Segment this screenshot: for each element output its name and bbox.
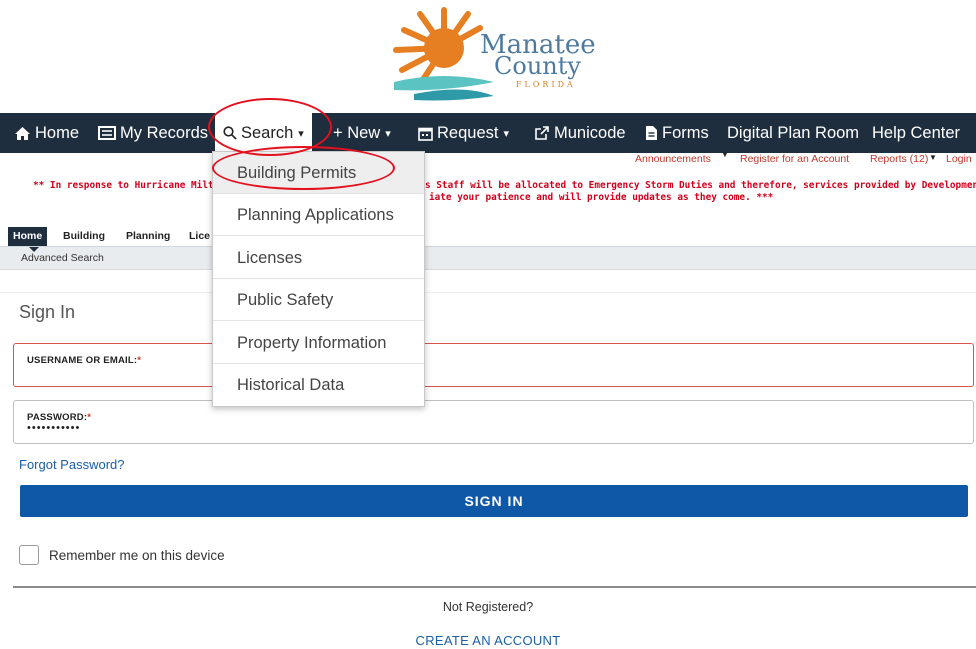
nav-home[interactable]: Home	[14, 113, 79, 153]
nav-my-records[interactable]: My Records	[98, 113, 208, 153]
nav-search[interactable]: Search ▾	[215, 113, 312, 153]
menu-item-public-safety[interactable]: Public Safety	[213, 279, 424, 321]
remember-me-checkbox[interactable]	[19, 545, 39, 565]
subnav-bar: Advanced Search	[0, 247, 976, 270]
password-value: •••••••••••	[27, 422, 81, 434]
nav-new-label: + New	[333, 123, 381, 142]
nav-help-center-label: Help Center	[872, 123, 961, 142]
announcements-link[interactable]: Announcements	[635, 153, 711, 165]
module-tabs: Home Building Planning Lice	[0, 227, 976, 247]
not-registered-text: Not Registered?	[442, 600, 534, 614]
utility-links: Announcements ▼ Register for an Account …	[600, 150, 976, 168]
advanced-search-link[interactable]: Advanced Search	[21, 252, 104, 264]
nav-help-center[interactable]: Help Center	[872, 113, 960, 153]
nav-my-records-label: My Records	[120, 123, 209, 142]
create-account-link[interactable]: CREATE AN ACCOUNT	[0, 633, 976, 648]
hurricane-alert: ** In response to Hurricane Milton s Sta…	[0, 180, 976, 210]
external-link-icon	[535, 126, 549, 140]
nav-request[interactable]: Request ▾	[418, 113, 509, 153]
menu-item-licenses[interactable]: Licenses	[213, 237, 424, 279]
nav-forms-label: Forms	[662, 123, 709, 142]
logo-word-county: County	[494, 52, 581, 80]
nav-new[interactable]: + New ▾	[333, 113, 391, 153]
forgot-password-link[interactable]: Forgot Password?	[19, 457, 125, 472]
tab-licenses[interactable]: Lice	[184, 227, 215, 246]
login-link[interactable]: Login	[946, 153, 972, 165]
alert-line-1-left: ** In response to Hurricane Milton	[33, 180, 225, 191]
menu-item-building-permits[interactable]: Building Permits	[213, 152, 424, 194]
chevron-down-icon: ▾	[385, 127, 391, 140]
nav-digital-plan-room[interactable]: Digital Plan Room	[727, 113, 859, 153]
nav-home-label: Home	[35, 123, 80, 142]
register-account-link[interactable]: Register for an Account	[740, 153, 849, 165]
search-icon	[223, 126, 237, 140]
menu-item-planning-applications[interactable]: Planning Applications	[213, 194, 424, 236]
nav-municode[interactable]: Municode	[534, 113, 626, 153]
alert-line-2: iate your patience and will provide upda…	[429, 192, 774, 203]
remember-me: Remember me on this device	[19, 545, 225, 565]
main-navigation: Home My Records Search ▾ + New ▾ Request…	[0, 113, 976, 153]
sun-logo-icon	[393, 7, 494, 101]
nav-search-label: Search	[241, 123, 294, 142]
calendar-icon	[418, 127, 433, 141]
search-dropdown-menu: Building Permits Planning Applications L…	[212, 151, 425, 407]
username-field[interactable]: USERNAME OR EMAIL:*	[13, 343, 974, 387]
page: Manatee County FLORIDA Home My Records S…	[0, 0, 976, 649]
document-icon	[646, 126, 657, 140]
home-icon	[15, 126, 30, 140]
alert-line-1-right: s Staff will be allocated to Emergency S…	[425, 180, 976, 191]
nav-forms[interactable]: Forms	[645, 113, 709, 153]
logo-word-florida: FLORIDA	[516, 80, 576, 89]
reports-link[interactable]: Reports (12)	[870, 153, 928, 165]
nav-digital-plan-room-label: Digital Plan Room	[727, 123, 860, 142]
chevron-down-icon: ▾	[503, 127, 509, 140]
records-icon	[98, 126, 116, 140]
remember-me-label: Remember me on this device	[49, 547, 225, 563]
manatee-county-logo[interactable]: Manatee County FLORIDA	[384, 4, 606, 102]
tab-planning[interactable]: Planning	[121, 227, 175, 246]
caret-down-icon: ▼	[721, 150, 729, 159]
menu-item-historical-data[interactable]: Historical Data	[213, 364, 424, 406]
divider	[0, 292, 976, 293]
tab-home[interactable]: Home	[8, 227, 48, 246]
chevron-down-icon: ▾	[298, 127, 304, 140]
tab-building[interactable]: Building	[58, 227, 110, 246]
sign-in-title: Sign In	[19, 302, 76, 322]
nav-request-label: Request	[437, 123, 499, 142]
password-field[interactable]: PASSWORD:* •••••••••••	[13, 400, 974, 444]
divider	[13, 586, 976, 588]
sign-in-button[interactable]: SIGN IN	[20, 485, 968, 517]
menu-item-property-information[interactable]: Property Information	[213, 322, 424, 364]
username-label: USERNAME OR EMAIL:*	[27, 355, 142, 366]
nav-municode-label: Municode	[554, 123, 626, 142]
caret-down-icon: ▼	[929, 153, 937, 162]
